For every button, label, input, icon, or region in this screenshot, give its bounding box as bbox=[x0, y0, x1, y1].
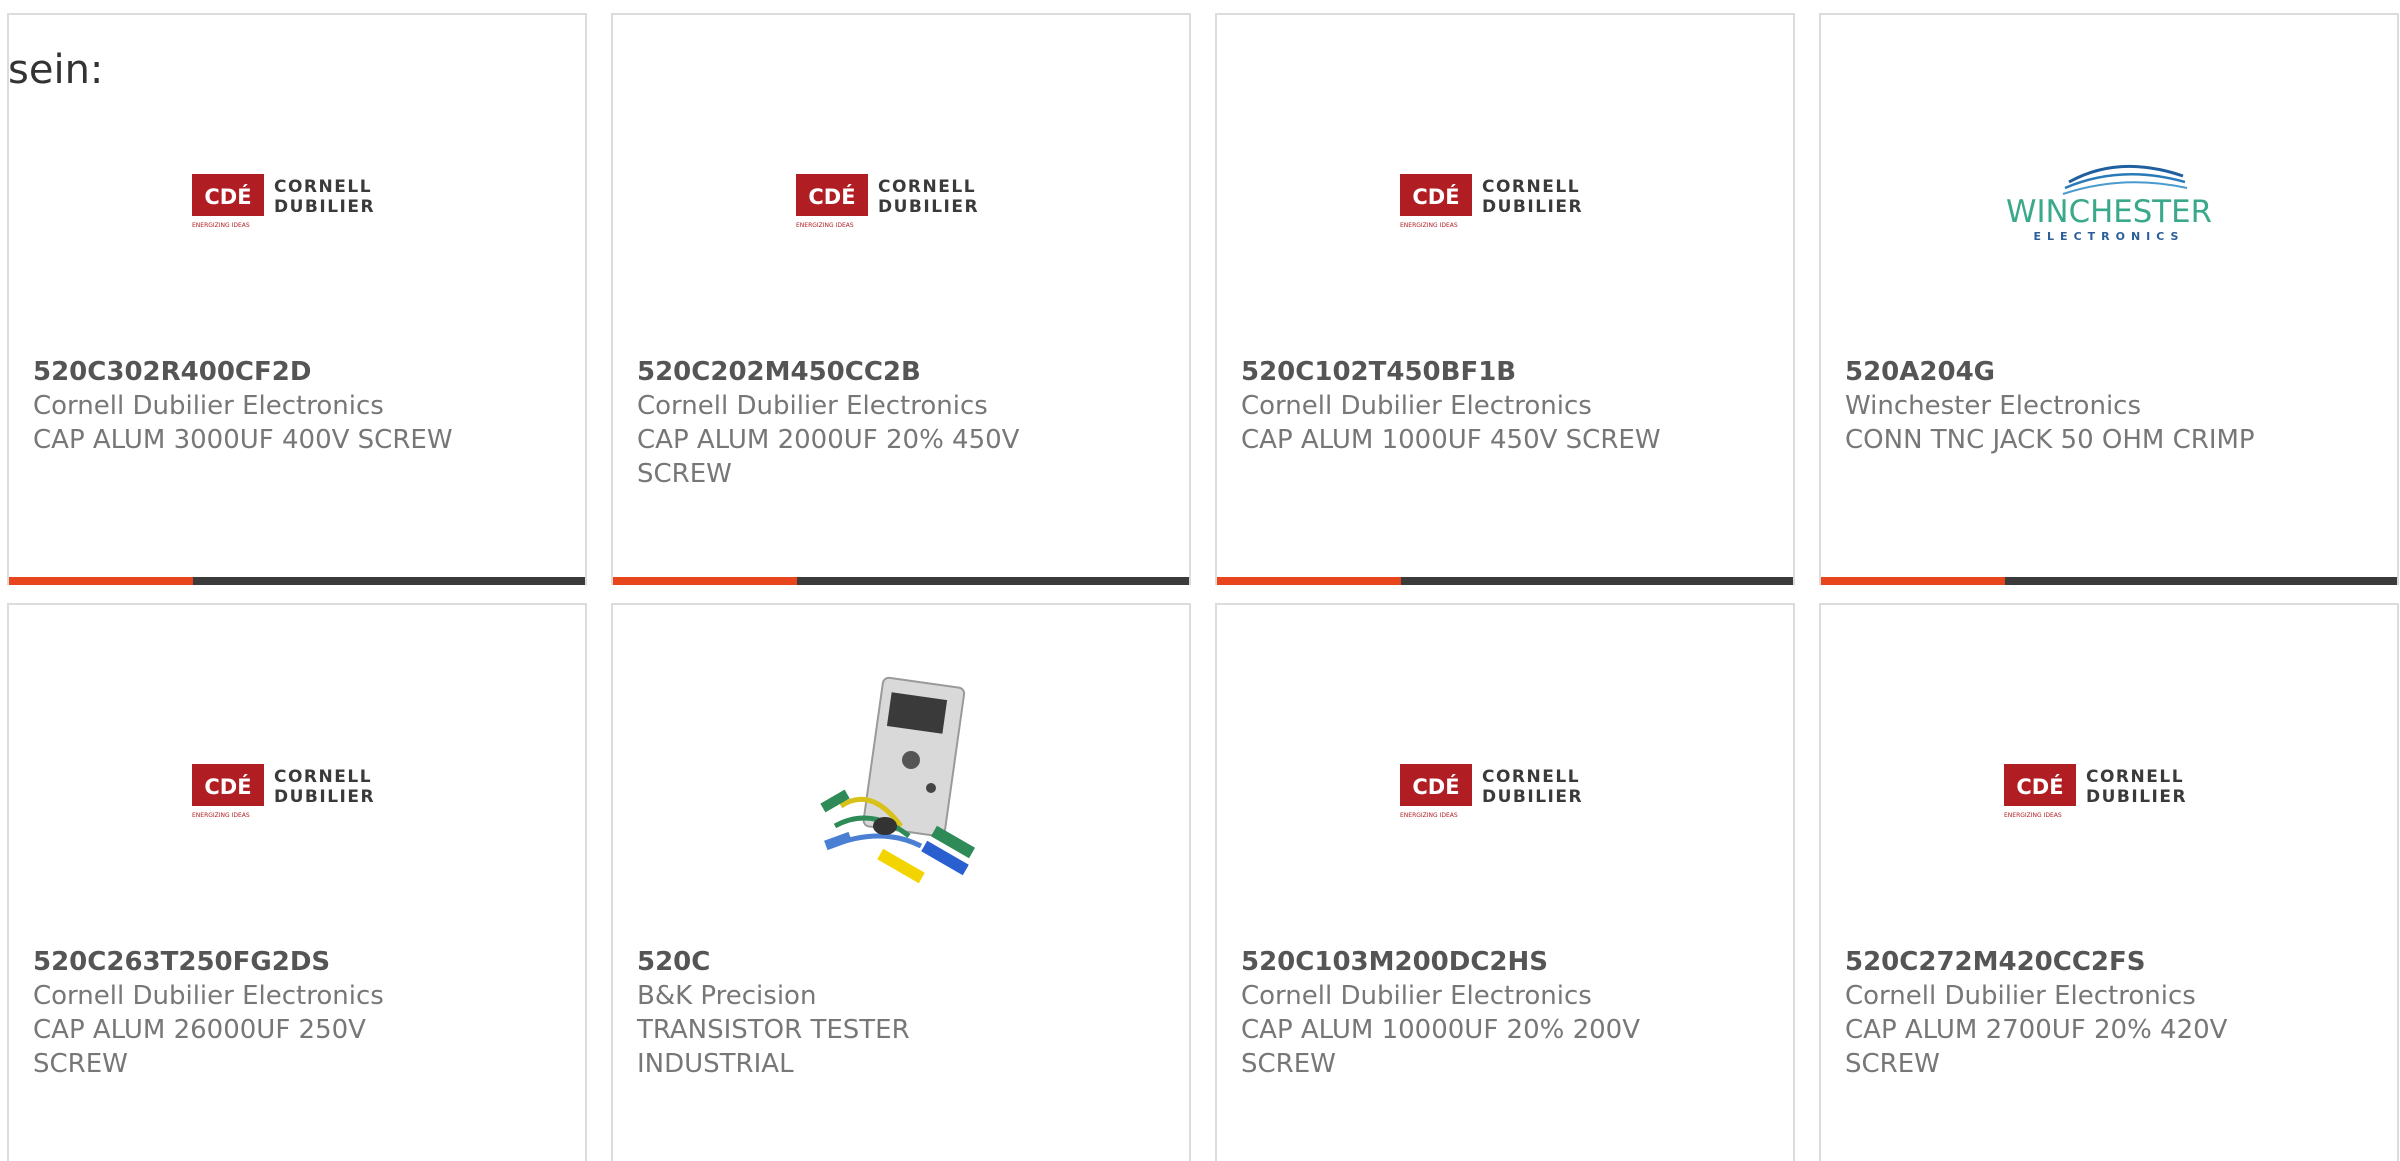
svg-text:ENERGIZING IDEAS: ENERGIZING IDEAS bbox=[2004, 812, 2062, 819]
card-bottom-bar bbox=[1217, 577, 1793, 585]
part-number[interactable]: 520C263T250FG2DS bbox=[33, 945, 561, 979]
product-card[interactable]: WINCHESTER ELECTRONICS 520A204G Winchest… bbox=[1819, 13, 2399, 585]
logo-slot: WINCHESTER ELECTRONICS bbox=[1821, 145, 2397, 255]
product-card[interactable]: CDÉ CORNELL DUBILIER ENERGIZING IDEAS 52… bbox=[1215, 603, 1795, 1161]
svg-text:CDÉ: CDÉ bbox=[1412, 184, 1459, 209]
svg-text:CORNELL: CORNELL bbox=[274, 767, 372, 787]
svg-text:CORNELL: CORNELL bbox=[1482, 177, 1580, 197]
manufacturer-name: B&K Precision bbox=[637, 981, 817, 1011]
part-number[interactable]: 520C272M420CC2FS bbox=[1845, 945, 2373, 979]
product-info: 520C202M450CC2B Cornell Dubilier Electro… bbox=[637, 355, 1165, 491]
svg-text:DUBILIER: DUBILIER bbox=[1482, 197, 1583, 217]
logo-slot: CDÉ CORNELL DUBILIER ENERGIZING IDEAS bbox=[1821, 735, 2397, 845]
part-number[interactable]: 520C302R400CF2D bbox=[33, 355, 561, 389]
cornell-dubilier-logo: CDÉ CORNELL DUBILIER ENERGIZING IDEAS bbox=[1400, 174, 1583, 229]
product-card[interactable]: CDÉ CORNELL DUBILIER ENERGIZING IDEAS 52… bbox=[7, 13, 587, 585]
product-info: 520C263T250FG2DS Cornell Dubilier Electr… bbox=[33, 945, 561, 1081]
product-info: 520C103M200DC2HS Cornell Dubilier Electr… bbox=[1241, 945, 1769, 1081]
product-card[interactable]: CDÉ CORNELL DUBILIER ENERGIZING IDEAS 52… bbox=[1215, 13, 1795, 585]
cornell-dubilier-logo: CDÉ CORNELL DUBILIER ENERGIZING IDEAS bbox=[192, 174, 375, 229]
svg-text:CORNELL: CORNELL bbox=[274, 177, 372, 197]
svg-text:CORNELL: CORNELL bbox=[878, 177, 976, 197]
manufacturer-name: Cornell Dubilier Electronics bbox=[33, 391, 384, 421]
svg-text:DUBILIER: DUBILIER bbox=[878, 197, 979, 217]
card-bar-accent bbox=[1217, 577, 1402, 585]
product-card[interactable]: CDÉ CORNELL DUBILIER ENERGIZING IDEAS 52… bbox=[1819, 603, 2399, 1161]
winchester-electronics-logo: WINCHESTER ELECTRONICS bbox=[2006, 164, 2212, 243]
manufacturer-name: Cornell Dubilier Electronics bbox=[1241, 391, 1592, 421]
cornell-dubilier-logo: CDÉ CORNELL DUBILIER ENERGIZING IDEAS bbox=[192, 764, 375, 819]
product-card[interactable]: CDÉ CORNELL DUBILIER ENERGIZING IDEAS 52… bbox=[611, 13, 1191, 585]
logo-slot: CDÉ CORNELL DUBILIER ENERGIZING IDEAS bbox=[1217, 145, 1793, 255]
part-number[interactable]: 520A204G bbox=[1845, 355, 2373, 389]
svg-text:CDÉ: CDÉ bbox=[1412, 774, 1459, 799]
logo-slot: CDÉ CORNELL DUBILIER ENERGIZING IDEAS bbox=[613, 145, 1189, 255]
svg-text:CORNELL: CORNELL bbox=[1482, 767, 1580, 787]
part-number[interactable]: 520C103M200DC2HS bbox=[1241, 945, 1769, 979]
svg-text:DUBILIER: DUBILIER bbox=[2086, 787, 2187, 807]
cornell-dubilier-logo: CDÉ CORNELL DUBILIER ENERGIZING IDEAS bbox=[2004, 764, 2187, 819]
manufacturer-name: Cornell Dubilier Electronics bbox=[1241, 981, 1592, 1011]
product-card[interactable]: 520C B&K Precision TRANSISTOR TESTER IND… bbox=[611, 603, 1191, 1161]
product-info: 520C272M420CC2FS Cornell Dubilier Electr… bbox=[1845, 945, 2373, 1081]
part-number[interactable]: 520C bbox=[637, 945, 1165, 979]
svg-text:ENERGIZING IDEAS: ENERGIZING IDEAS bbox=[192, 812, 250, 819]
svg-text:WINCHESTER: WINCHESTER bbox=[2006, 194, 2212, 230]
svg-text:CDÉ: CDÉ bbox=[808, 184, 855, 209]
card-bar-accent bbox=[613, 577, 798, 585]
product-description: CONN TNC JACK 50 OHM CRIMP bbox=[1845, 425, 2255, 455]
product-description: CAP ALUM 2000UF 20% 450V SCREW bbox=[637, 425, 1020, 489]
svg-text:DUBILIER: DUBILIER bbox=[274, 197, 375, 217]
logo-slot: CDÉ CORNELL DUBILIER ENERGIZING IDEAS bbox=[9, 735, 585, 845]
svg-text:CDÉ: CDÉ bbox=[2016, 774, 2063, 799]
logo-slot: CDÉ CORNELL DUBILIER ENERGIZING IDEAS bbox=[9, 145, 585, 255]
product-description: CAP ALUM 26000UF 250V SCREW bbox=[33, 1015, 366, 1079]
part-number[interactable]: 520C102T450BF1B bbox=[1241, 355, 1769, 389]
svg-text:DUBILIER: DUBILIER bbox=[1482, 787, 1583, 807]
part-number[interactable]: 520C202M450CC2B bbox=[637, 355, 1165, 389]
logo-slot: CDÉ CORNELL DUBILIER ENERGIZING IDEAS bbox=[1217, 735, 1793, 845]
cornell-dubilier-logo: CDÉ CORNELL DUBILIER ENERGIZING IDEAS bbox=[1400, 764, 1583, 819]
svg-text:ENERGIZING IDEAS: ENERGIZING IDEAS bbox=[1400, 812, 1458, 819]
product-description: TRANSISTOR TESTER INDUSTRIAL bbox=[637, 1015, 910, 1079]
svg-text:CDÉ: CDÉ bbox=[204, 184, 251, 209]
product-info: 520C B&K Precision TRANSISTOR TESTER IND… bbox=[637, 945, 1165, 1081]
manufacturer-name: Cornell Dubilier Electronics bbox=[33, 981, 384, 1011]
product-info: 520A204G Winchester Electronics CONN TNC… bbox=[1845, 355, 2373, 457]
transistor-tester-photo bbox=[820, 676, 976, 884]
card-bottom-bar bbox=[613, 577, 1189, 585]
svg-text:ENERGIZING IDEAS: ENERGIZING IDEAS bbox=[192, 222, 250, 229]
intro-text: sein: bbox=[8, 47, 104, 93]
svg-text:ENERGIZING IDEAS: ENERGIZING IDEAS bbox=[1400, 222, 1458, 229]
product-card[interactable]: CDÉ CORNELL DUBILIER ENERGIZING IDEAS 52… bbox=[7, 603, 587, 1161]
manufacturer-name: Cornell Dubilier Electronics bbox=[637, 391, 988, 421]
product-info: 520C302R400CF2D Cornell Dubilier Electro… bbox=[33, 355, 561, 457]
product-grid: CDÉ CORNELL DUBILIER ENERGIZING IDEAS 52… bbox=[7, 13, 2399, 1161]
logo-slot bbox=[613, 671, 1189, 891]
product-info: 520C102T450BF1B Cornell Dubilier Electro… bbox=[1241, 355, 1769, 457]
product-description: CAP ALUM 10000UF 20% 200V SCREW bbox=[1241, 1015, 1641, 1079]
card-bar-accent bbox=[1821, 577, 2006, 585]
card-bar-accent bbox=[9, 577, 194, 585]
svg-text:DUBILIER: DUBILIER bbox=[274, 787, 375, 807]
product-description: CAP ALUM 3000UF 400V SCREW bbox=[33, 425, 453, 455]
product-description: CAP ALUM 1000UF 450V SCREW bbox=[1241, 425, 1661, 455]
card-bottom-bar bbox=[9, 577, 585, 585]
card-bottom-bar bbox=[1821, 577, 2397, 585]
svg-text:ENERGIZING IDEAS: ENERGIZING IDEAS bbox=[796, 222, 854, 229]
svg-text:ELECTRONICS: ELECTRONICS bbox=[2034, 230, 2185, 243]
svg-text:CORNELL: CORNELL bbox=[2086, 767, 2184, 787]
svg-text:CDÉ: CDÉ bbox=[204, 774, 251, 799]
product-results-page: CDÉ CORNELL DUBILIER ENERGIZING IDEAS 52… bbox=[0, 0, 2400, 1161]
product-description: CAP ALUM 2700UF 20% 420V SCREW bbox=[1845, 1015, 2228, 1079]
cornell-dubilier-logo: CDÉ CORNELL DUBILIER ENERGIZING IDEAS bbox=[796, 174, 979, 229]
manufacturer-name: Winchester Electronics bbox=[1845, 391, 2142, 421]
manufacturer-name: Cornell Dubilier Electronics bbox=[1845, 981, 2196, 1011]
